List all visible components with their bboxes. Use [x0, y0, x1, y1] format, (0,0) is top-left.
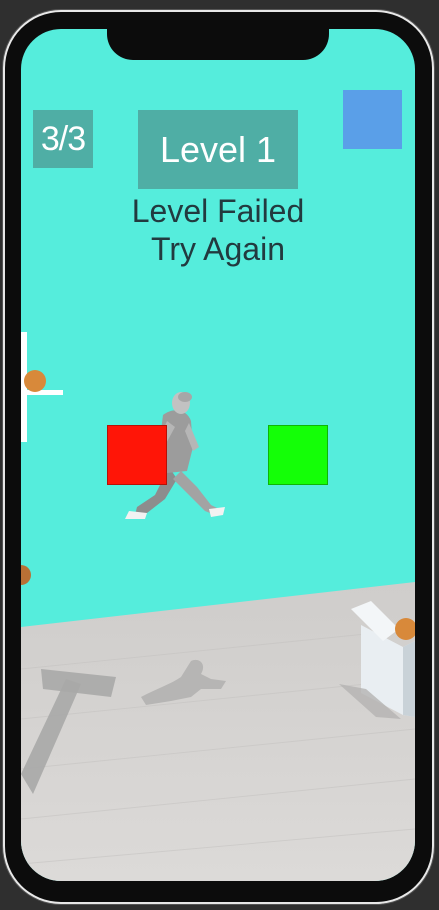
level-failed-text: Level Failed: [131, 193, 305, 229]
floor-plane: [21, 582, 415, 881]
level-indicator: Level 1: [138, 110, 298, 189]
green-target-square[interactable]: [268, 425, 328, 485]
try-again-text: Try Again: [151, 231, 285, 267]
level-status-message: Level Failed Try Again: [81, 192, 355, 268]
phone-notch: [107, 29, 329, 60]
red-target-square[interactable]: [107, 425, 167, 485]
device-background: 3/3 Level 1 Level Failed Try Again: [0, 0, 439, 910]
game-screen[interactable]: 3/3 Level 1 Level Failed Try Again: [21, 29, 415, 881]
menu-button[interactable]: [343, 90, 402, 149]
attempts-counter: 3/3: [33, 110, 93, 168]
